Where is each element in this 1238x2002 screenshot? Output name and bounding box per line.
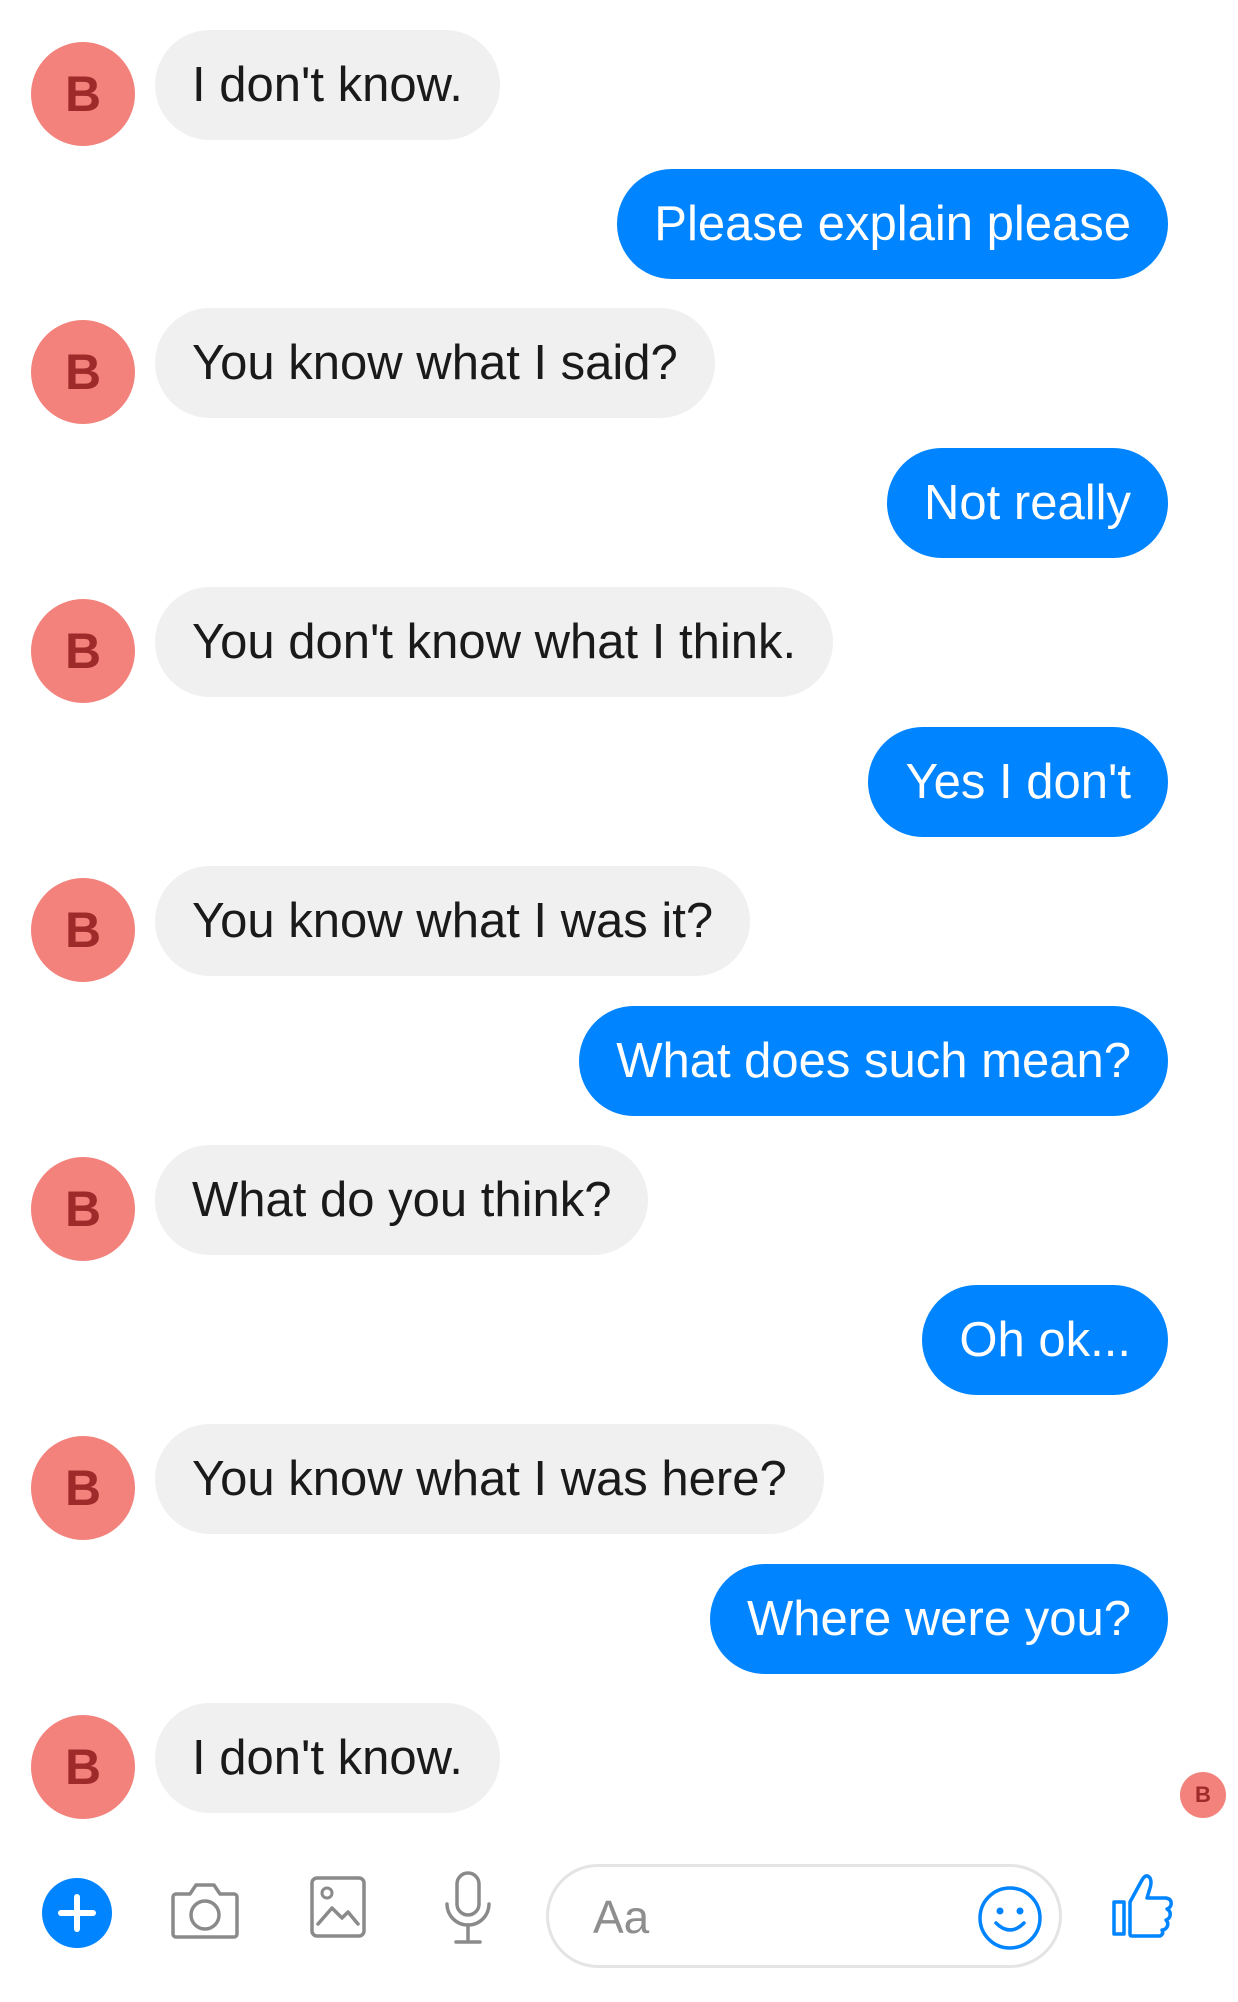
incoming-message-bubble[interactable]: You know what I was here? bbox=[155, 1424, 824, 1534]
incoming-message-bubble[interactable]: You know what I said? bbox=[155, 308, 715, 418]
message-row-incoming: B You don't know what I think. bbox=[0, 587, 1238, 703]
seen-indicator-avatar: B bbox=[1180, 1772, 1226, 1818]
incoming-message-bubble[interactable]: What do you think? bbox=[155, 1145, 649, 1255]
outgoing-message-bubble[interactable]: What does such mean? bbox=[579, 1006, 1168, 1116]
message-thread: B I don't know. Please explain please B … bbox=[0, 0, 1238, 1840]
gallery-icon[interactable] bbox=[310, 1876, 366, 1938]
message-row-outgoing: Oh ok... bbox=[0, 1285, 1238, 1395]
message-row-incoming: B You know what I was here? bbox=[0, 1424, 1238, 1540]
message-row-outgoing: Where were you? bbox=[0, 1564, 1238, 1674]
composer-bar bbox=[0, 1840, 1238, 2002]
incoming-message-bubble[interactable]: I don't know. bbox=[155, 30, 500, 140]
message-row-outgoing: Not really bbox=[0, 448, 1238, 558]
contact-avatar[interactable]: B bbox=[31, 878, 135, 982]
incoming-message-bubble[interactable]: You don't know what I think. bbox=[155, 587, 834, 697]
thumbs-up-icon[interactable] bbox=[1110, 1870, 1176, 1940]
outgoing-message-bubble[interactable]: Oh ok... bbox=[922, 1285, 1168, 1395]
message-row-outgoing: Yes I don't bbox=[0, 727, 1238, 837]
message-row-outgoing: Please explain please bbox=[0, 169, 1238, 279]
microphone-icon[interactable] bbox=[442, 1870, 494, 1948]
plus-icon[interactable] bbox=[41, 1877, 113, 1949]
incoming-message-bubble[interactable]: I don't know. bbox=[155, 1703, 500, 1813]
contact-avatar[interactable]: B bbox=[31, 42, 135, 146]
message-input[interactable] bbox=[591, 1885, 975, 1949]
incoming-message-bubble[interactable]: You know what I was it? bbox=[155, 866, 751, 976]
outgoing-message-bubble[interactable]: Yes I don't bbox=[868, 727, 1168, 837]
message-row-outgoing: What does such mean? bbox=[0, 1006, 1238, 1116]
message-input-container[interactable] bbox=[546, 1864, 1062, 1968]
contact-avatar[interactable]: B bbox=[31, 1157, 135, 1261]
contact-avatar[interactable]: B bbox=[31, 320, 135, 424]
outgoing-message-bubble[interactable]: Where were you? bbox=[709, 1564, 1168, 1674]
message-row-incoming: B What do you think? bbox=[0, 1145, 1238, 1261]
message-row-incoming: B You know what I was it? bbox=[0, 866, 1238, 982]
contact-avatar[interactable]: B bbox=[31, 599, 135, 703]
contact-avatar[interactable]: B bbox=[31, 1715, 135, 1819]
outgoing-message-bubble[interactable]: Please explain please bbox=[617, 169, 1168, 279]
camera-icon[interactable] bbox=[170, 1878, 240, 1942]
outgoing-message-bubble[interactable]: Not really bbox=[887, 448, 1168, 558]
message-row-incoming: B I don't know. bbox=[0, 30, 1238, 146]
message-row-incoming: B You know what I said? bbox=[0, 308, 1238, 424]
message-row-incoming: B I don't know. bbox=[0, 1703, 1238, 1819]
contact-avatar[interactable]: B bbox=[31, 1436, 135, 1540]
emoji-icon[interactable] bbox=[977, 1885, 1043, 1951]
